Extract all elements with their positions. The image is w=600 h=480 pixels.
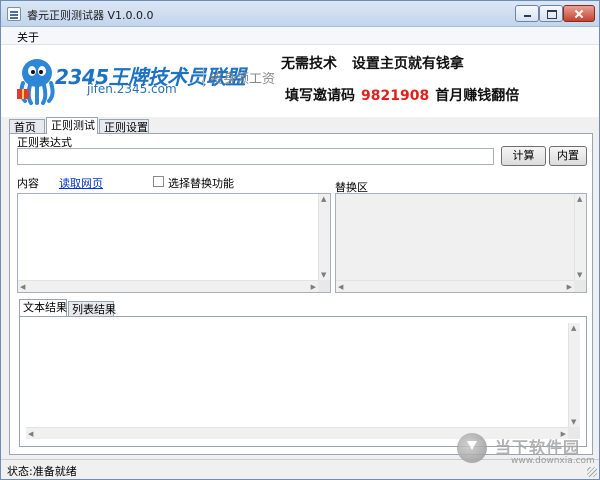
- status-bar: 状态:准备就绪: [1, 459, 599, 479]
- scroll-left-icon[interactable]: ◀: [28, 430, 33, 438]
- content-vscroll[interactable]: ▲ ▼: [318, 194, 330, 280]
- replace-checkbox[interactable]: [153, 176, 164, 187]
- watermark-en: www.downxia.com: [511, 456, 595, 466]
- scroll-up-icon[interactable]: ▲: [577, 195, 582, 203]
- content-hscroll[interactable]: ◀ ▶: [18, 280, 318, 292]
- invite-code: 9821908: [361, 88, 430, 104]
- result-textarea[interactable]: ▲ ▼ ◀ ▶: [26, 323, 580, 439]
- octopus-mascot-icon: [17, 59, 55, 105]
- maximize-button[interactable]: [539, 5, 563, 22]
- status-text: 状态:准备就绪: [7, 465, 77, 478]
- promo-line-1: 无需技术 设置主页就有钱拿: [281, 56, 464, 72]
- menu-about[interactable]: 关于: [17, 29, 39, 45]
- menu-bar: 关于: [1, 27, 599, 45]
- scroll-right-icon[interactable]: ▶: [311, 283, 316, 291]
- replace-hscroll[interactable]: ◀ ▶: [336, 280, 574, 292]
- content-textarea[interactable]: ▲ ▼ ◀ ▶: [17, 193, 331, 293]
- resize-grip-icon[interactable]: [587, 467, 597, 477]
- close-button[interactable]: [563, 5, 595, 22]
- scroll-up-icon[interactable]: ▲: [571, 324, 576, 332]
- promo-line-2: 填写邀请码 9821908 首月赚钱翻倍: [285, 88, 520, 104]
- tab-home[interactable]: 首页: [9, 119, 45, 134]
- replace-checkbox-label[interactable]: 选择替换功能: [168, 175, 234, 191]
- tab-regex-settings[interactable]: 正则设置: [99, 119, 149, 134]
- scroll-right-icon[interactable]: ▶: [567, 283, 572, 291]
- calculate-button[interactable]: 计算: [501, 146, 546, 166]
- scroll-down-icon[interactable]: ▼: [577, 271, 582, 279]
- watermark-cn: 当下软件园: [495, 438, 581, 457]
- builtin-button[interactable]: 内置: [549, 146, 587, 166]
- scroll-down-icon[interactable]: ▼: [571, 418, 576, 426]
- logo-site: jifen.2345.com: [87, 82, 177, 96]
- result-vscroll[interactable]: ▲ ▼: [568, 323, 580, 427]
- window-title: 睿元正则测试器 V1.0.0.0: [27, 9, 154, 22]
- tab-regex-test[interactable]: 正则测试: [46, 117, 98, 134]
- minimize-button[interactable]: [515, 5, 539, 22]
- app-icon: [7, 7, 21, 21]
- watermark-logo-icon: [457, 433, 487, 463]
- scroll-left-icon[interactable]: ◀: [338, 283, 343, 291]
- logo-slogan: 终身领工资: [203, 68, 275, 87]
- scroll-down-icon[interactable]: ▼: [321, 271, 326, 279]
- replace-textarea[interactable]: ▲ ▼ ◀ ▶: [335, 193, 587, 293]
- app-window: 睿元正则测试器 V1.0.0.0 关于 2345王牌技术员联盟 jifen.23…: [0, 0, 600, 480]
- scroll-left-icon[interactable]: ◀: [20, 283, 25, 291]
- replace-vscroll[interactable]: ▲ ▼: [574, 194, 586, 280]
- tab-text-result[interactable]: 文本结果: [19, 299, 67, 316]
- scroll-corner: [318, 280, 330, 292]
- fetch-webpage-link[interactable]: 读取网页: [59, 175, 103, 191]
- result-hscroll[interactable]: ◀ ▶: [26, 427, 568, 439]
- ad-banner[interactable]: 2345王牌技术员联盟 jifen.2345.com 终身领工资 无需技术 设置…: [1, 45, 599, 117]
- scroll-corner: [574, 280, 586, 292]
- tab-list-result[interactable]: 列表结果: [68, 301, 116, 316]
- title-bar[interactable]: 睿元正则测试器 V1.0.0.0: [1, 1, 599, 27]
- regex-input[interactable]: [17, 148, 494, 165]
- scroll-up-icon[interactable]: ▲: [321, 195, 326, 203]
- result-panel: ▲ ▼ ◀ ▶: [19, 316, 587, 447]
- content-label: 内容: [17, 177, 39, 190]
